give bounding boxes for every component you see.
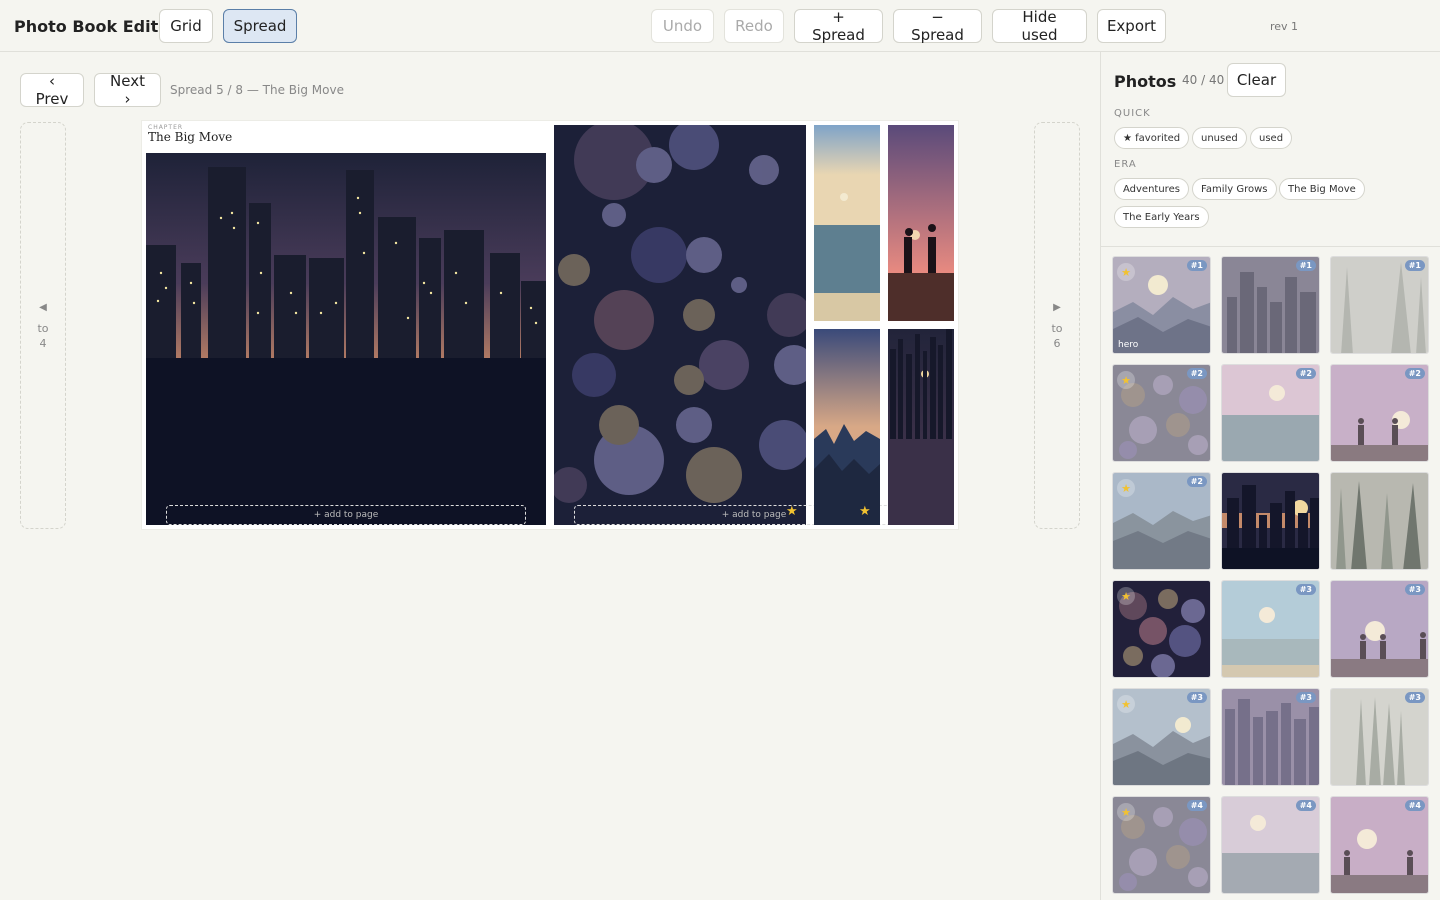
filter-chip-adventures[interactable]: Adventures [1114, 178, 1189, 200]
usage-count-badge: #4 [1295, 800, 1316, 811]
photo-slot-bokeh[interactable] [554, 125, 806, 525]
photo-thumbnail[interactable]: #3 ★ [1112, 688, 1211, 786]
photo-slot-sea[interactable] [814, 125, 880, 321]
grid-view-button[interactable]: Grid [159, 9, 213, 43]
photo-thumbnail[interactable]: #4 [1221, 796, 1320, 894]
next-spread-button[interactable]: Next › [94, 72, 161, 108]
photo-thumbnail[interactable]: #1 [1221, 256, 1320, 354]
photo-thumbnail[interactable]: #3 [1330, 688, 1429, 786]
photos-title: Photos [1114, 72, 1177, 91]
favorite-star-icon: ★ [859, 504, 871, 519]
redo-button[interactable]: Redo [724, 9, 784, 43]
filter-chip-the-early-years[interactable]: The Early Years [1114, 206, 1209, 228]
photo-thumbnail[interactable]: #3 [1221, 580, 1320, 678]
usage-count-badge: #2 [1404, 368, 1425, 379]
filter-chip-family-grows[interactable]: Family Grows [1192, 178, 1277, 200]
usage-count-badge: #1 [1186, 260, 1207, 271]
usage-count-badge: #2 [1186, 476, 1207, 487]
photo-thumbnail[interactable] [1221, 472, 1320, 570]
add-spread-button[interactable]: + Spread [794, 8, 883, 44]
favorite-star-icon[interactable]: ★ [1117, 479, 1135, 497]
usage-count-badge: #3 [1295, 584, 1316, 595]
goto-label: to [37, 322, 49, 335]
usage-count-badge: #1 [1404, 260, 1425, 271]
revision-label: rev 1 [1270, 20, 1299, 33]
hide-used-button[interactable]: Hide used [992, 8, 1087, 44]
goto-number: 6 [1053, 337, 1061, 350]
usage-count-badge: #2 [1295, 368, 1316, 379]
photo-thumbnail[interactable]: #2 ★ [1112, 472, 1211, 570]
photo-slot-city[interactable] [146, 153, 546, 525]
photo-thumbnail[interactable] [1330, 472, 1429, 570]
photos-count: 40 / 40 [1182, 73, 1225, 87]
photo-thumbnail[interactable]: ★ [1112, 580, 1211, 678]
spread-view-button[interactable]: Spread [223, 9, 297, 43]
usage-count-badge: #4 [1186, 800, 1207, 811]
spread-info: Spread 5 / 8 — The Big Move [170, 83, 344, 97]
add-to-page-dropzone-left[interactable]: + add to page [166, 505, 526, 525]
goto-label: to [1051, 322, 1063, 335]
favorite-star-icon[interactable]: ★ [1117, 803, 1135, 821]
photo-thumbnail[interactable]: #3 [1221, 688, 1320, 786]
filter-chip-favorited[interactable]: ★ favorited [1114, 127, 1190, 149]
hero-label: hero [1118, 340, 1139, 350]
favorite-star-icon[interactable]: ★ [1117, 587, 1135, 605]
filter-chip-used[interactable]: used [1250, 127, 1293, 149]
top-toolbar: Photo Book Editor Grid Spread Undo Redo … [0, 0, 1440, 52]
prev-spread-button[interactable]: ‹ Prev [20, 72, 84, 108]
clear-filters-button[interactable]: Clear [1227, 63, 1286, 97]
photos-panel: Photos 40 / 40 Clear QUICK ★ favorited u… [1100, 52, 1440, 900]
photo-thumbnail[interactable]: #4 [1330, 796, 1429, 894]
divider [1101, 246, 1440, 247]
goto-previous-spread[interactable]: ◀ to 4 [20, 122, 66, 529]
favorite-star-icon[interactable]: ★ [1117, 371, 1135, 389]
usage-count-badge: #1 [1295, 260, 1316, 271]
export-button[interactable]: Export [1097, 9, 1166, 43]
favorite-star-icon: ★ [786, 504, 798, 519]
chapter-title: The Big Move [148, 130, 233, 144]
usage-count-badge: #3 [1404, 692, 1425, 703]
app-title: Photo Book Editor [14, 17, 178, 36]
goto-number: 4 [39, 337, 47, 350]
photo-slot-night-city[interactable] [888, 329, 954, 525]
photo-thumbnail[interactable]: #1 ★ hero [1112, 256, 1211, 354]
photo-slot-mountain[interactable] [814, 329, 880, 525]
left-arrow-icon: ◀ [39, 302, 47, 313]
remove-spread-button[interactable]: − Spread [893, 8, 982, 44]
usage-count-badge: #3 [1186, 692, 1207, 703]
right-arrow-icon: ▶ [1053, 302, 1061, 313]
photo-thumbnail[interactable]: #4 ★ [1112, 796, 1211, 894]
usage-count-badge: #4 [1404, 800, 1425, 811]
photo-thumbnail[interactable]: #2 ★ [1112, 364, 1211, 462]
usage-count-badge: #2 [1186, 368, 1207, 379]
filter-chip-the-big-move[interactable]: The Big Move [1279, 178, 1365, 200]
favorite-star-icon[interactable]: ★ [1117, 263, 1135, 281]
add-to-page-dropzone-right[interactable]: + add to page [574, 505, 934, 525]
undo-button[interactable]: Undo [651, 9, 714, 43]
quick-filter-label: QUICK [1114, 108, 1151, 119]
usage-count-badge: #3 [1295, 692, 1316, 703]
photo-thumbnail[interactable]: #1 [1330, 256, 1429, 354]
era-filter-label: ERA [1114, 159, 1137, 170]
usage-count-badge: #3 [1404, 584, 1425, 595]
filter-chip-unused[interactable]: unused [1192, 127, 1247, 149]
favorite-star-icon[interactable]: ★ [1117, 695, 1135, 713]
photo-slot-couple[interactable] [888, 125, 954, 321]
photo-thumbnail[interactable]: #2 [1330, 364, 1429, 462]
photo-thumbnail[interactable]: #2 [1221, 364, 1320, 462]
photo-thumbnail[interactable]: #3 [1330, 580, 1429, 678]
goto-next-spread[interactable]: ▶ to 6 [1034, 122, 1080, 529]
